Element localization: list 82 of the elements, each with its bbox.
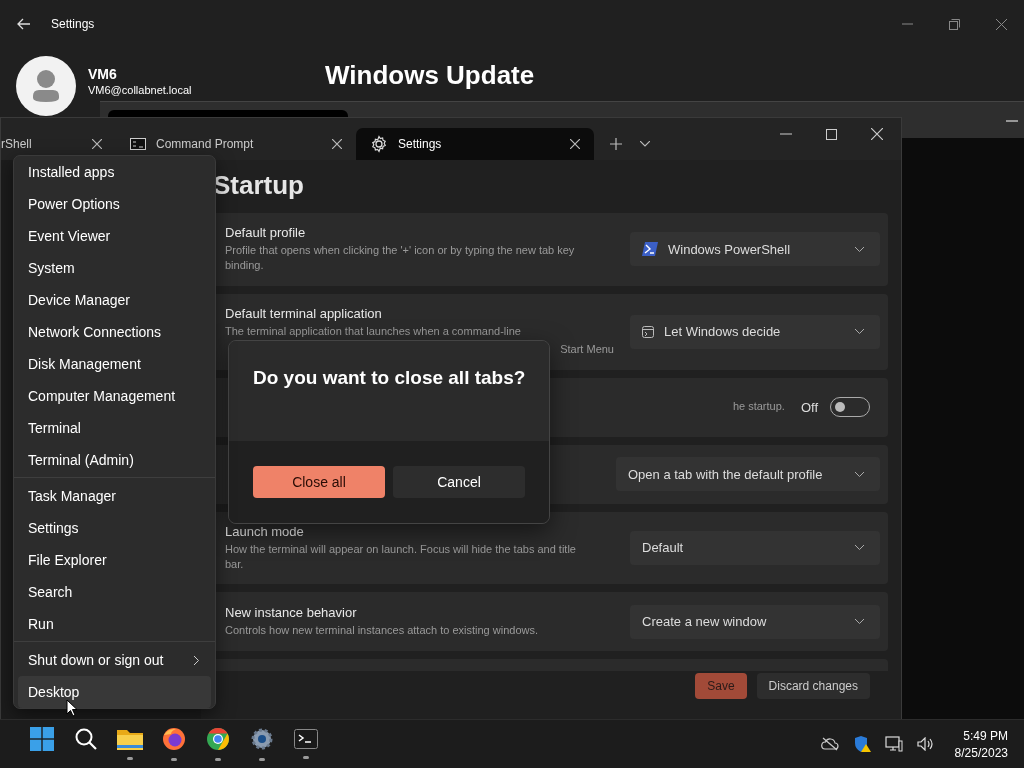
volume-icon[interactable]: [916, 737, 933, 751]
cancel-button[interactable]: Cancel: [393, 466, 525, 498]
dropdown[interactable]: Let Windows decide: [630, 314, 880, 349]
running-indicator: [171, 758, 177, 761]
gear-icon[interactable]: [250, 727, 274, 751]
close-tab-icon[interactable]: [332, 139, 342, 149]
restore-icon[interactable]: [949, 18, 960, 30]
chrome-icon[interactable]: [206, 727, 230, 751]
setting-description: How the terminal will appear on launch. Focus will hide the tabs and title bar.: [225, 541, 577, 572]
menu-item[interactable]: Power Options: [18, 188, 211, 220]
page-title: Windows Update: [325, 59, 535, 91]
setting-title: New instance behavior: [225, 605, 358, 621]
close-icon[interactable]: [871, 128, 883, 140]
folder-icon[interactable]: [117, 728, 143, 750]
menu-item[interactable]: Computer Management: [18, 380, 211, 412]
menu-item[interactable]: Terminal (Admin): [18, 444, 211, 476]
clock-date[interactable]: 8/25/2023: [954, 745, 1008, 760]
terminal-tab[interactable]: Settings: [356, 128, 594, 160]
setting-description: Profile that opens when clicking the '+' icon or by typing the new tab key binding.: [225, 243, 576, 274]
dropdown[interactable]: Default: [630, 530, 880, 565]
dropdown[interactable]: Windows PowerShell: [630, 232, 880, 267]
setting-description: Start Menu: [560, 342, 614, 358]
running-indicator: [259, 758, 265, 761]
menu-item[interactable]: Task Manager: [18, 480, 211, 512]
menu-item[interactable]: Disk Management: [18, 348, 211, 380]
network-icon[interactable]: [884, 736, 903, 752]
chevron-right-icon: [194, 655, 199, 665]
terminal-icon: [642, 325, 654, 338]
chevron-down-icon: [855, 545, 864, 551]
maximize-icon[interactable]: [826, 128, 837, 140]
setting-title: Default profile: [225, 225, 307, 240]
running-indicator: [303, 756, 309, 759]
menu-item[interactable]: Network Connections: [18, 316, 211, 348]
menu-item[interactable]: Terminal: [18, 412, 211, 444]
window-title: Settings: [51, 17, 95, 31]
powershell-icon: [642, 242, 658, 257]
start-icon[interactable]: [30, 727, 54, 751]
menu-item[interactable]: File Explorer: [18, 544, 211, 576]
cloud-off-icon[interactable]: [820, 737, 839, 751]
chevron-down-icon: [855, 246, 864, 252]
setting-description: The terminal application that launches when a command-line: [225, 323, 522, 339]
avatar-icon: [16, 56, 76, 116]
mouse-cursor-icon: [66, 699, 78, 717]
new-tab-icon[interactable]: [610, 138, 622, 150]
back-arrow-icon[interactable]: [17, 18, 31, 30]
menu-item[interactable]: Run: [18, 608, 211, 640]
setting-title: Default terminal application: [225, 305, 383, 321]
setting-title: Launch mode: [225, 523, 305, 539]
search-icon[interactable]: [75, 728, 97, 750]
setting-description: he startup.: [732, 399, 785, 415]
menu-item[interactable]: Search: [18, 576, 211, 608]
command-prompt-icon: [130, 138, 146, 150]
close-tab-icon[interactable]: [92, 139, 102, 149]
menu-item[interactable]: System: [18, 252, 211, 284]
close-icon[interactable]: [996, 18, 1007, 30]
clock-time[interactable]: 5:49 PM: [963, 728, 1008, 743]
terminal-icon[interactable]: [294, 729, 318, 749]
chevron-down-icon: [855, 471, 864, 477]
shield-warning-icon[interactable]: [852, 735, 871, 753]
dropdown[interactable]: Create a new window: [630, 604, 880, 639]
close-tab-icon[interactable]: [570, 139, 580, 149]
discard-button[interactable]: Discard changes: [756, 673, 870, 700]
menu-item[interactable]: Shut down or sign out: [18, 644, 211, 676]
page-title: Startup: [213, 170, 304, 201]
menu-item[interactable]: Event Viewer: [18, 220, 211, 252]
setting-description: Controls how new terminal instances attach to existing windows.: [225, 623, 540, 639]
settings-icon: [370, 135, 388, 153]
user-name: VM6: [88, 66, 118, 82]
menu-item[interactable]: Desktop: [18, 676, 211, 708]
menu-item[interactable]: Device Manager: [18, 284, 211, 316]
running-indicator: [215, 758, 221, 761]
fox-globe-icon[interactable]: [162, 727, 186, 751]
chevron-down-icon: [855, 619, 864, 625]
chevron-down-icon[interactable]: [640, 141, 650, 147]
dropdown[interactable]: Open a tab with the default profile: [616, 457, 880, 492]
running-indicator: [127, 757, 133, 760]
user-email: VM6@collabnet.local: [88, 84, 192, 96]
dialog-title: Do you want to close all tabs?: [253, 367, 526, 388]
menu-item[interactable]: Settings: [18, 512, 211, 544]
chevron-down-icon: [855, 329, 864, 335]
close-all-button[interactable]: Close all: [253, 466, 385, 498]
toggle-state: Off: [800, 399, 818, 415]
